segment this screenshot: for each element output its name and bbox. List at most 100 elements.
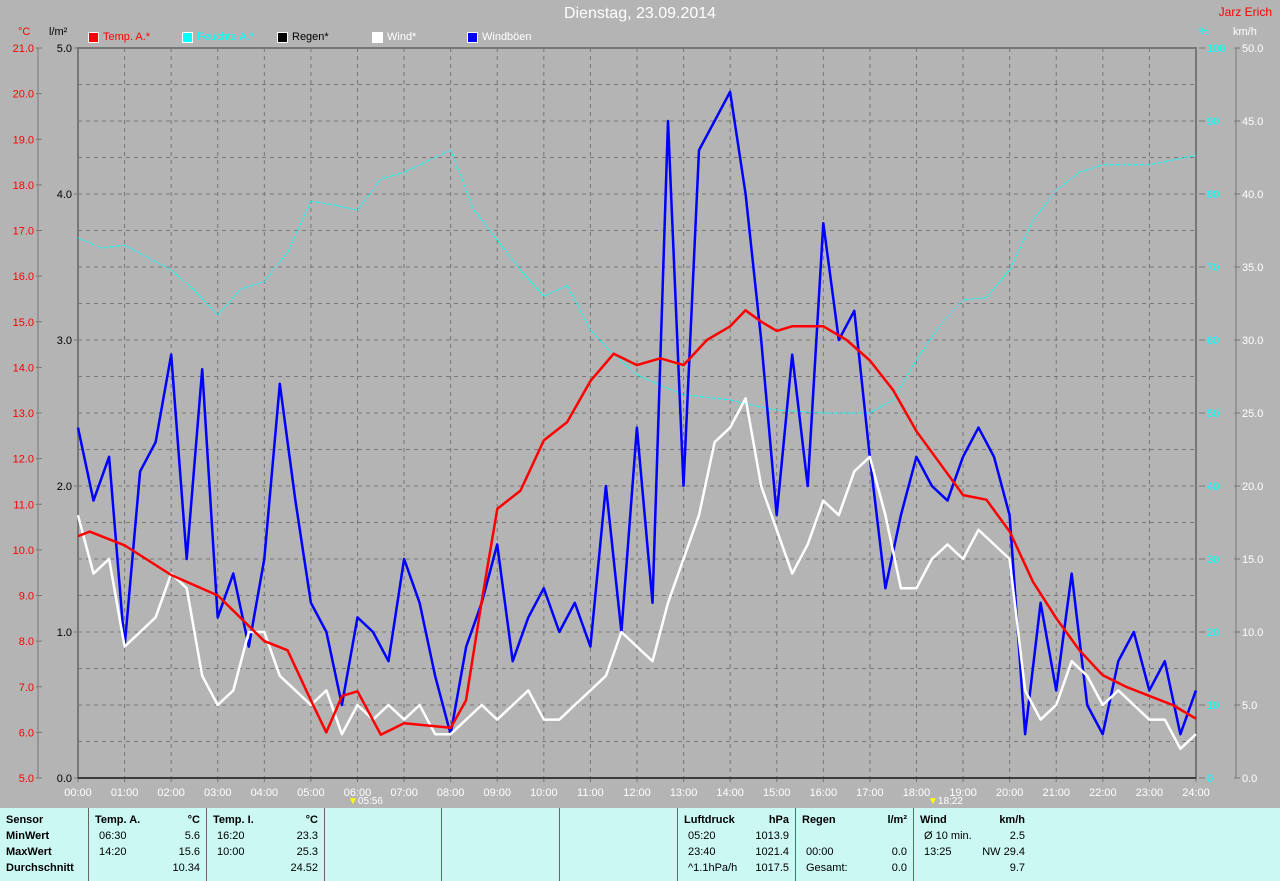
x-tick-label: 04:00: [251, 787, 279, 799]
cell-time: 00:00: [806, 846, 834, 858]
temp-tick-label: 15.0: [13, 317, 34, 329]
x-tick-label: 07:00: [390, 787, 418, 799]
cell-time: [920, 862, 924, 878]
temp-tick-label: 20.0: [13, 89, 34, 101]
wind-tick-label: 30.0: [1242, 335, 1263, 347]
column-unit: °C: [187, 814, 200, 826]
cell-value: 1013.9: [755, 830, 789, 842]
column-unit: l/m²: [887, 814, 907, 826]
wind-tick-label: 0.0: [1242, 773, 1257, 785]
plot-frame: [77, 47, 1197, 779]
temp-tick-label: 11.0: [13, 499, 34, 511]
x-tick-label: 24:00: [1182, 787, 1210, 799]
rain-tick-label: 3.0: [57, 335, 72, 347]
cell-value: 15.6: [178, 846, 200, 858]
empty-column: [559, 808, 677, 881]
sunset-time: 18:22: [937, 796, 963, 807]
hum-tick-label: 70: [1207, 262, 1219, 274]
hum-tick-label: 100: [1207, 43, 1225, 55]
temp-tick-label: 13.0: [13, 408, 34, 420]
cell-value: 23.3: [296, 830, 318, 842]
x-tick-label: 01:00: [111, 787, 139, 799]
x-tick-label: 02:00: [157, 787, 185, 799]
x-tick-label: 08:00: [437, 787, 465, 799]
cell-value: 24.52: [290, 862, 318, 874]
hum-tick-label: 30: [1207, 554, 1219, 566]
x-tick-label: 21:00: [1042, 787, 1070, 799]
hum-tick-label: 10: [1207, 700, 1219, 712]
temp-tick-label: 18.0: [13, 180, 34, 192]
cell-time: 10:00: [217, 846, 245, 858]
cell-time: 05:20: [688, 830, 716, 842]
hum-tick-label: 60: [1207, 335, 1219, 347]
cell-time: 23:40: [688, 846, 716, 858]
rain-tick-label: 0.0: [57, 773, 72, 785]
cell-time: 16:20: [217, 830, 245, 842]
cell-value: 0.0: [891, 846, 907, 858]
x-tick-label: 10:00: [530, 787, 558, 799]
temp-tick-label: 17.0: [13, 226, 34, 238]
cell-value: 1017.5: [755, 862, 789, 874]
sensor-column: Sensor MinWert MaxWert Durchschnitt: [0, 808, 88, 881]
column-title: Wind: [920, 814, 947, 826]
statistics-table: Sensor MinWert MaxWert Durchschnitt Temp…: [0, 808, 1280, 881]
wind-tick-label: 5.0: [1242, 700, 1257, 712]
empty-column: [441, 808, 559, 881]
sun-arrow-icon: ▼: [928, 796, 938, 807]
temp-tick-label: 6.0: [19, 727, 34, 739]
wind-tick-label: 10.0: [1242, 627, 1263, 639]
temp-tick-label: 21.0: [13, 43, 34, 55]
x-tick-label: 00:00: [64, 787, 92, 799]
row-label: MinWert: [6, 830, 50, 842]
weather-chart: 00:00 01:00 02:00 03:00 04:00 05:00 06:00 07:00…: [13, 43, 1264, 799]
wind-tick-label: 15.0: [1242, 554, 1263, 566]
rain-tick-label: 2.0: [57, 481, 72, 493]
temp-tick-label: 16.0: [13, 271, 34, 283]
hum-tick-label: 80: [1207, 189, 1219, 201]
x-tick-label: 05:00: [297, 787, 325, 799]
column-title: Regen: [802, 814, 836, 826]
wind-tick-label: 50.0: [1242, 43, 1263, 55]
temp-tick-label: 12.0: [13, 454, 34, 466]
x-tick-label: 03:00: [204, 787, 232, 799]
pressure-column: Luftdruck hPa 05:20 1013.9 23:40 1021.4 ^1.1hP…: [677, 808, 795, 881]
header: Sensor: [6, 814, 44, 826]
cell-value: NW 29.4: [982, 846, 1025, 858]
cell-time: 13:25: [924, 846, 952, 858]
x-tick-label: 22:00: [1089, 787, 1117, 799]
x-tick-label: 13:00: [670, 787, 698, 799]
x-tick-label: 12:00: [623, 787, 651, 799]
column-title: Temp. A.: [95, 814, 141, 826]
cell-time: Gesamt:: [806, 862, 848, 874]
row-label: MaxWert: [6, 846, 52, 858]
sunset-marker: ▼18:22: [928, 796, 963, 807]
temp-outdoor-column: Temp. A. °C 06:30 5.6 14:20 15.6 10.34: [88, 808, 206, 881]
temp-tick-label: 10.0: [13, 545, 34, 557]
rain-tick-label: 4.0: [57, 189, 72, 201]
cell-value: 9.7: [1009, 862, 1025, 874]
cell-value: 25.3: [296, 846, 318, 858]
wind-tick-label: 20.0: [1242, 481, 1263, 493]
cell-time: ^1.1hPa/h: [688, 862, 738, 874]
temp-tick-label: 9.0: [19, 591, 34, 603]
temp-indoor-column: Temp. I. °C 16:20 23.3 10:00 25.3 24.52: [206, 808, 324, 881]
temp-tick-label: 19.0: [13, 134, 34, 146]
cell-value: 1021.4: [755, 846, 789, 858]
hum-tick-label: 50: [1207, 408, 1219, 420]
cell-time: 14:20: [99, 846, 127, 858]
cell-time: 06:30: [99, 830, 127, 842]
cell-value: 0.0: [891, 862, 907, 874]
cell-value: 10.34: [172, 862, 200, 874]
x-tick-label: 16:00: [810, 787, 838, 799]
cell-time: [213, 862, 217, 878]
wind-tick-label: 45.0: [1242, 116, 1263, 128]
temp-tick-label: 7.0: [19, 682, 34, 694]
column-unit: km/h: [999, 814, 1025, 826]
series-windböen: [76, 90, 1198, 736]
x-tick-label: 09:00: [483, 787, 511, 799]
wind-tick-label: 35.0: [1242, 262, 1263, 274]
cell-time: [802, 830, 806, 846]
x-tick-label: 20:00: [996, 787, 1024, 799]
row-label: Durchschnitt: [6, 862, 74, 874]
cell-time: Ø 10 min.: [924, 830, 972, 842]
